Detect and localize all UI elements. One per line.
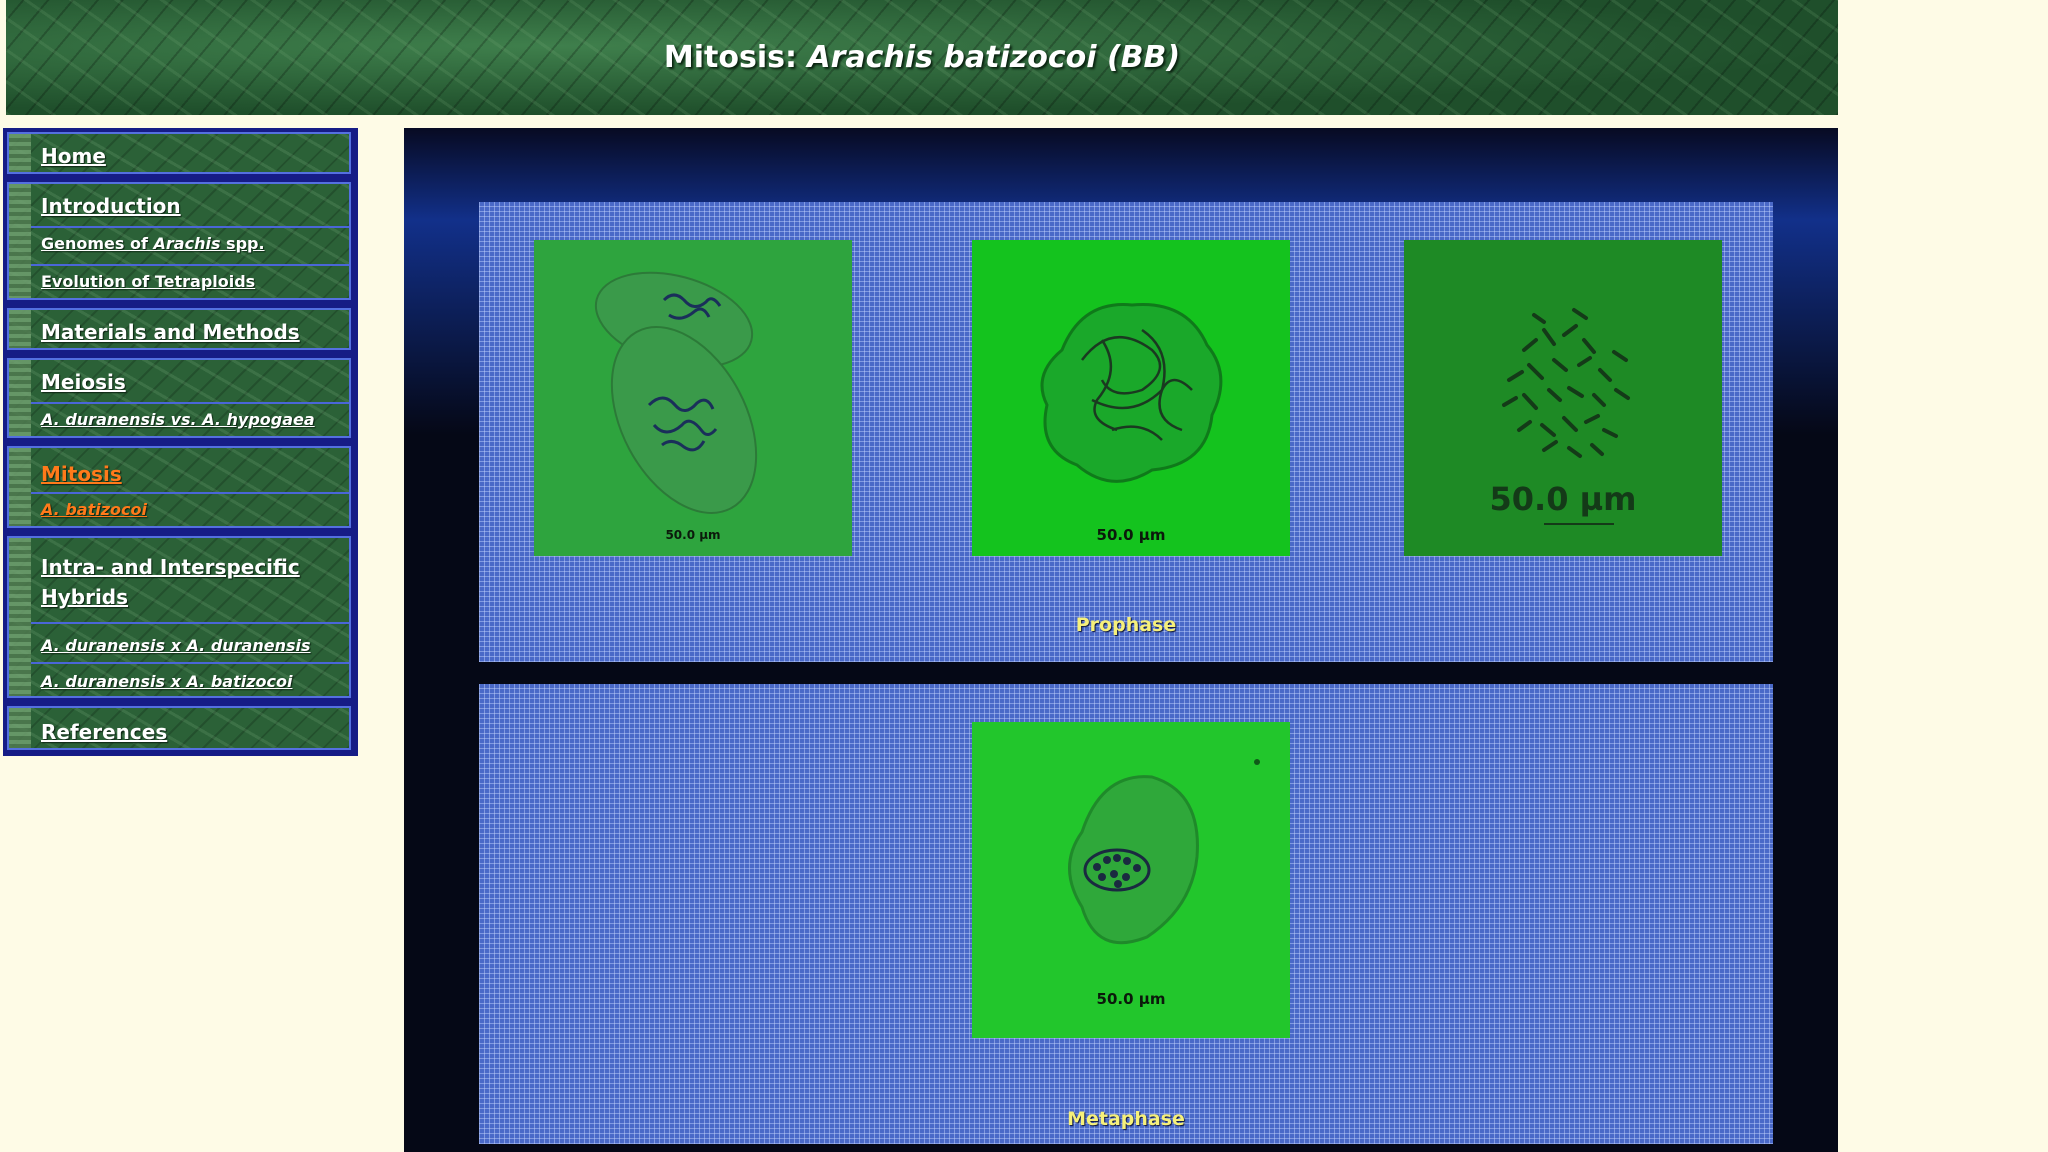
- cell-micrograph-icon: [594, 271, 758, 514]
- nav-link-hybrids-line2: Hybrids: [41, 585, 129, 609]
- nav-link-materials-methods[interactable]: Materials and Methods: [41, 320, 300, 344]
- nav-link-meiosis[interactable]: Meiosis: [41, 370, 126, 394]
- prophase-image-3[interactable]: 50.0 µm: [1404, 240, 1722, 556]
- nav-group-materials: Materials and Methods: [7, 308, 351, 350]
- nav-link-genomes[interactable]: Genomes of Arachis spp.: [41, 234, 265, 253]
- nav-group-introduction: Introduction Genomes of Arachis spp. Evo…: [7, 182, 351, 300]
- nav-divider: [31, 402, 349, 404]
- scale-bar-label: 50.0 µm: [665, 528, 721, 542]
- nav-link-home[interactable]: Home: [41, 144, 106, 168]
- nav-link-references[interactable]: References: [41, 720, 167, 744]
- nav-group-meiosis: Meiosis A. duranensis vs. A. hypogaea: [7, 358, 351, 438]
- metaphase-image-1[interactable]: 50.0 µm: [972, 722, 1290, 1038]
- nav-link-hybrid-1[interactable]: A. duranensis x A. duranensis: [41, 636, 311, 655]
- scale-bar-label: 50.0 µm: [1096, 990, 1166, 1008]
- nav-link-hybrid-1-text: A. duranensis x A. duranensis: [41, 636, 311, 655]
- nav-link-genomes-prefix: Genomes of: [41, 234, 154, 253]
- prophase-image-1[interactable]: 50.0 µm: [534, 240, 852, 556]
- nav-link-hybrid-2-text: A. duranensis x A. batizocoi: [41, 672, 293, 691]
- nav-link-introduction[interactable]: Introduction: [41, 194, 181, 218]
- nav-link-genomes-genus: Arachis: [153, 234, 221, 253]
- prophase-panel: 50.0 µm 50.0 µm 50.0 µm Prophase: [479, 202, 1773, 662]
- nav-group-home: Home: [7, 132, 351, 174]
- stage-label-prophase: Prophase: [1075, 614, 1177, 636]
- nav-divider: [31, 264, 349, 266]
- scale-bar-label: 50.0 µm: [1096, 526, 1166, 544]
- nav-link-mitosis-sub[interactable]: A. batizocoi: [41, 500, 147, 519]
- nav-link-hybrids-line1: Intra- and Interspecific: [41, 555, 300, 579]
- nav-divider: [31, 226, 349, 228]
- nav-divider: [31, 622, 349, 624]
- page-title: Mitosis: Arachis batizocoi (BB): [664, 40, 1180, 75]
- nav-group-mitosis: Mitosis A. batizocoi: [7, 446, 351, 528]
- nav-link-hybrids[interactable]: Intra- and Interspecific Hybrids: [41, 552, 300, 612]
- nav-link-meiosis-sub-text: A. duranensis vs. A. hypogaea: [41, 410, 315, 429]
- header-banner: Mitosis: Arachis batizocoi (BB): [6, 0, 1838, 115]
- nav-group-hybrids: Intra- and Interspecific Hybrids A. duran…: [7, 536, 351, 698]
- page-title-prefix: Mitosis:: [663, 40, 808, 75]
- nav-divider: [31, 492, 349, 494]
- sidebar-nav: Home Introduction Genomes of Arachis spp…: [3, 128, 358, 756]
- nav-group-references: References: [7, 706, 351, 750]
- nav-divider: [31, 662, 349, 664]
- nav-link-meiosis-sub[interactable]: A. duranensis vs. A. hypogaea: [41, 410, 315, 429]
- prophase-image-2[interactable]: 50.0 µm: [972, 240, 1290, 556]
- cell-micrograph-icon: [1040, 303, 1223, 483]
- content-panel: 50.0 µm 50.0 µm 50.0 µm Prophase 50.0 µm…: [404, 128, 1838, 1152]
- stage-label-metaphase: Metaphase: [1067, 1108, 1185, 1130]
- nav-link-mitosis[interactable]: Mitosis: [41, 462, 122, 486]
- nav-link-evolution[interactable]: Evolution of Tetraploids: [41, 272, 255, 291]
- metaphase-panel: 50.0 µm Metaphase: [479, 684, 1773, 1144]
- page-title-species: Arachis batizocoi (BB): [807, 40, 1181, 75]
- nav-link-hybrid-2[interactable]: A. duranensis x A. batizocoi: [41, 672, 292, 691]
- nav-link-mitosis-sub-text: A. batizocoi: [41, 500, 147, 519]
- nav-link-genomes-suffix: spp.: [220, 234, 265, 253]
- scale-bar-label: 50.0 µm: [1489, 480, 1637, 518]
